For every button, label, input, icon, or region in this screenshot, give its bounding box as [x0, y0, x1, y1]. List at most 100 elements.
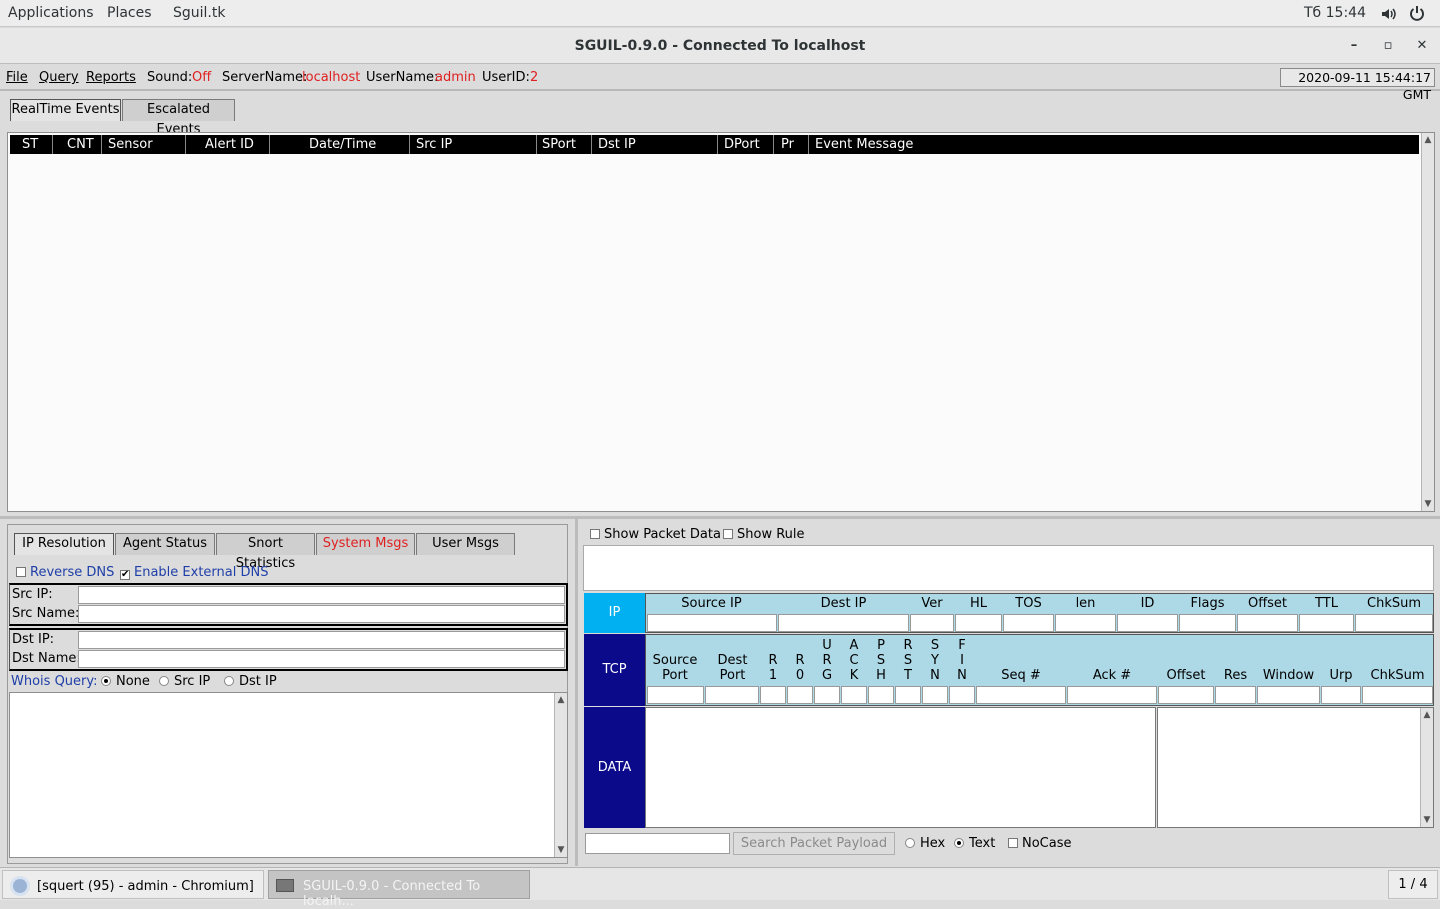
close-button[interactable]: ✕ — [1412, 36, 1432, 56]
menu-reports[interactable]: Reports — [86, 70, 136, 85]
rule-display[interactable] — [583, 545, 1434, 591]
events-scrollbar[interactable]: ▲ ▼ — [1421, 133, 1434, 511]
search-packet-payload-button[interactable]: Search Packet Payload — [733, 832, 895, 855]
tcp-window-field[interactable] — [1257, 686, 1320, 704]
tcp-flag-psh: P S H — [876, 638, 886, 683]
applications-menu[interactable]: Applications — [8, 5, 94, 21]
hex-radio[interactable]: Hex — [905, 836, 945, 851]
tcp-fin-field[interactable] — [949, 686, 975, 704]
volume-icon[interactable] — [1380, 6, 1396, 22]
col-event-message[interactable]: Event Message — [815, 137, 913, 152]
reverse-dns-checkbox[interactable]: Reverse DNS — [16, 565, 114, 580]
data-label: DATA — [584, 707, 645, 828]
tab-escalated-events[interactable]: Escalated Events — [122, 99, 235, 137]
tcp-ack-field[interactable] — [1067, 686, 1157, 704]
tcp-offset-field[interactable] — [1158, 686, 1214, 704]
tcp-ack-label: Ack # — [1092, 668, 1132, 683]
tab-snort-statistics[interactable]: Snort Statistics — [216, 533, 315, 571]
dst-name-field[interactable] — [78, 650, 565, 668]
tab-agent-status[interactable]: Agent Status — [115, 533, 215, 555]
ip-ttl-field[interactable] — [1299, 614, 1354, 632]
system-clock[interactable]: Тб 15:44 — [1304, 5, 1366, 21]
col-cnt[interactable]: CNT — [67, 137, 94, 152]
events-pane: ST CNT Sensor Alert ID Date/Time Src IP … — [7, 132, 1435, 512]
external-dns-checkbox[interactable]: ✔ Enable External DNS — [120, 565, 268, 580]
minimize-button[interactable]: – — [1344, 36, 1364, 56]
data-text-pane[interactable]: ▲ ▼ — [1157, 707, 1434, 828]
window-icon — [276, 879, 294, 892]
places-menu[interactable]: Places — [107, 5, 152, 21]
menu-file[interactable]: File — [6, 70, 28, 85]
taskbar-item-chromium[interactable]: [squert (95) - admin - Chromium] — [2, 870, 264, 899]
col-src-ip[interactable]: Src IP — [416, 137, 452, 152]
whois-src-radio[interactable]: Src IP — [159, 674, 210, 689]
taskbar-item-sguil[interactable]: SGUIL-0.9.0 - Connected To localh... — [268, 870, 530, 909]
col-dst-ip[interactable]: Dst IP — [598, 137, 636, 152]
vertical-pane-divider[interactable] — [575, 519, 578, 866]
show-packet-data-checkbox[interactable]: Show Packet Data — [590, 527, 721, 542]
tcp-r1-field[interactable] — [760, 686, 786, 704]
power-icon[interactable] — [1409, 5, 1425, 21]
dst-ip-field[interactable] — [78, 631, 565, 649]
col-sensor[interactable]: Sensor — [108, 137, 153, 152]
server-label: ServerName: — [222, 70, 308, 85]
show-rule-checkbox[interactable]: Show Rule — [723, 527, 805, 542]
tcp-dest-port-field[interactable] — [705, 686, 759, 704]
tcp-seq-field[interactable] — [976, 686, 1066, 704]
maximize-button[interactable]: ▫ — [1378, 36, 1398, 56]
col-sport[interactable]: SPort — [542, 137, 576, 152]
menu-query[interactable]: Query — [39, 70, 79, 85]
tcp-urp-field[interactable] — [1321, 686, 1361, 704]
src-ip-field[interactable] — [78, 586, 565, 604]
text-radio[interactable]: Text — [954, 836, 995, 851]
tcp-chksum-field[interactable] — [1362, 686, 1433, 704]
ip-hl-field[interactable] — [955, 614, 1002, 632]
payload-search-input[interactable] — [585, 833, 730, 854]
data-scrollbar[interactable]: ▲ ▼ — [1420, 708, 1433, 827]
ip-offset-label: Offset — [1247, 596, 1288, 611]
tcp-rst-field[interactable] — [895, 686, 921, 704]
ip-id-field[interactable] — [1117, 614, 1178, 632]
ip-len-field[interactable] — [1055, 614, 1116, 632]
tab-user-msgs[interactable]: User Msgs — [416, 533, 515, 555]
events-table-header: ST CNT Sensor Alert ID Date/Time Src IP … — [10, 135, 1419, 154]
tcp-syn-field[interactable] — [922, 686, 948, 704]
ip-source-field[interactable] — [647, 614, 777, 632]
tcp-ack-flag-field[interactable] — [841, 686, 867, 704]
tcp-psh-field[interactable] — [868, 686, 894, 704]
src-name-field[interactable] — [78, 605, 565, 623]
whois-scrollbar[interactable]: ▲ ▼ — [554, 693, 567, 857]
data-hex-pane[interactable] — [645, 707, 1156, 828]
tcp-dst-line1: Dest — [717, 653, 748, 668]
nocase-checkbox[interactable]: NoCase — [1008, 836, 1072, 851]
whois-output[interactable]: ▲ ▼ — [9, 692, 568, 858]
col-dport[interactable]: DPort — [724, 137, 760, 152]
active-app-menu[interactable]: Sguil.tk — [173, 5, 225, 21]
tcp-urg-field[interactable] — [814, 686, 840, 704]
tab-ip-resolution[interactable]: IP Resolution — [14, 533, 114, 555]
tcp-res-field[interactable] — [1215, 686, 1256, 704]
tab-system-msgs[interactable]: System Msgs — [316, 533, 415, 555]
ip-tos-field[interactable] — [1003, 614, 1054, 632]
horizontal-pane-divider[interactable] — [0, 516, 1440, 519]
ip-flags-label: Flags — [1190, 596, 1225, 611]
ip-flags-field[interactable] — [1179, 614, 1236, 632]
ip-label: IP — [584, 593, 645, 633]
col-alert-id[interactable]: Alert ID — [205, 137, 254, 152]
src-name-label: Src Name: — [12, 606, 80, 621]
whois-dst-radio[interactable]: Dst IP — [224, 674, 277, 689]
ip-offset-field[interactable] — [1237, 614, 1298, 632]
col-st[interactable]: ST — [22, 137, 38, 152]
tcp-r0-field[interactable] — [787, 686, 813, 704]
whois-none-radio[interactable]: None — [101, 674, 150, 689]
ip-dest-field[interactable] — [778, 614, 909, 632]
col-pr[interactable]: Pr — [781, 137, 794, 152]
ip-ver-field[interactable] — [910, 614, 954, 632]
tab-realtime-events[interactable]: RealTime Events — [10, 99, 121, 121]
whois-dst-label: Dst IP — [239, 674, 277, 689]
col-datetime[interactable]: Date/Time — [309, 137, 376, 152]
tcp-source-port-field[interactable] — [647, 686, 704, 704]
nocase-label: NoCase — [1022, 836, 1072, 851]
ip-chksum-field[interactable] — [1355, 614, 1433, 632]
workspace-pager[interactable]: 1 / 4 — [1388, 870, 1438, 899]
